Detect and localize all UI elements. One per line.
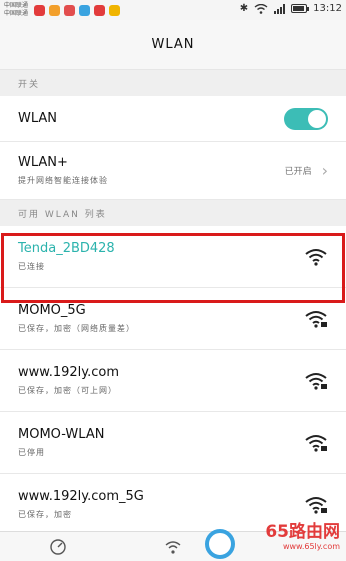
network-status: 已保存，加密（网络质量差） (18, 324, 135, 333)
toggle-knob (308, 109, 326, 128)
signal-icon (274, 3, 286, 14)
network-status: 已停用 (18, 448, 45, 457)
notification-app-icon (94, 4, 105, 16)
section-header-switch: 开关 (0, 70, 346, 96)
notification-app-icon (109, 4, 120, 16)
network-ssid: www.192ly.com_5G (18, 489, 144, 504)
refresh-icon[interactable] (47, 536, 69, 558)
notification-app-icon (64, 4, 75, 16)
wifi-locked-icon (305, 372, 327, 390)
status-right: ✱ 13:12 (240, 3, 342, 14)
carrier-line-1: 中国联通 (4, 2, 29, 9)
network-status: 已连接 (18, 262, 45, 271)
wlan-toggle-label: WLAN (18, 111, 58, 126)
wlan-toggle-switch[interactable] (284, 107, 328, 130)
notification-icons (34, 4, 120, 16)
network-text: www.192ly.com_5G 已保存，加密 (18, 489, 304, 520)
section-header-available-label: 可用 WLAN 列表 (18, 209, 107, 220)
chevron-right-icon: › (321, 161, 328, 180)
wlan-plus-row[interactable]: WLAN+ 提升网络智能连接体验 已开启 › (0, 142, 346, 200)
section-header-available: 可用 WLAN 列表 (0, 200, 346, 226)
section-header-switch-label: 开关 (18, 79, 41, 90)
network-row[interactable]: www.192ly.com 已保存，加密（可上网） (0, 350, 346, 412)
wifi-direct-icon[interactable] (162, 536, 184, 558)
network-status: 已保存，加密（可上网） (18, 386, 117, 395)
notification-app-icon (34, 4, 45, 16)
wifi-locked-icon (305, 434, 327, 452)
network-text: MOMO-WLAN 已停用 (18, 427, 304, 458)
status-time: 13:12 (313, 3, 342, 14)
wifi-locked-icon (305, 310, 327, 328)
network-ssid: MOMO_5G (18, 303, 86, 318)
wlan-plus-subtitle: 提升网络智能连接体验 (18, 176, 108, 185)
wlan-plus-label: WLAN+ (18, 155, 68, 170)
notification-app-icon (79, 4, 90, 16)
network-text: Tenda_2BD428 已连接 (18, 241, 304, 272)
watermark: 65路由网 www.65ly.com (205, 517, 340, 559)
network-list: Tenda_2BD428 已连接 MOMO_5G 已保存，加密（网络质量差） www.1… (0, 226, 346, 536)
network-status: 已保存，加密 (18, 510, 72, 519)
wlan-toggle-label-group: WLAN (18, 111, 284, 126)
wifi-status-icon (254, 3, 268, 14)
watermark-sub: www.65ly.com (282, 542, 340, 551)
network-ssid: www.192ly.com (18, 365, 119, 380)
network-text: MOMO_5G 已保存，加密（网络质量差） (18, 303, 304, 334)
wifi-icon (305, 248, 327, 266)
network-ssid: MOMO-WLAN (18, 427, 105, 442)
carrier-info: 中国联通 中国联通 (4, 2, 30, 18)
wifi-locked-icon (305, 496, 327, 514)
wlan-plus-text: WLAN+ 提升网络智能连接体验 (18, 155, 285, 186)
network-ssid: Tenda_2BD428 (18, 241, 115, 256)
watermark-logo-icon (205, 529, 235, 559)
carrier-line-2: 中国联通 (4, 10, 29, 17)
network-row[interactable]: MOMO-WLAN 已停用 (0, 412, 346, 474)
notification-app-icon (49, 4, 60, 16)
battery-icon (291, 4, 310, 13)
network-row[interactable]: MOMO_5G 已保存，加密（网络质量差） (0, 288, 346, 350)
wlan-plus-status: 已开启 (284, 167, 312, 177)
wlan-toggle-row[interactable]: WLAN (0, 96, 346, 142)
network-row[interactable]: Tenda_2BD428 已连接 (0, 226, 346, 288)
network-text: www.192ly.com 已保存，加密（可上网） (18, 365, 304, 396)
bluetooth-icon: ✱ (239, 3, 249, 14)
page-title: WLAN (151, 37, 195, 52)
watermark-main: 65路由网 (265, 522, 340, 542)
status-bar: 中国联通 中国联通 ✱ 13:12 (0, 0, 346, 20)
page-title-bar: WLAN (0, 20, 346, 70)
